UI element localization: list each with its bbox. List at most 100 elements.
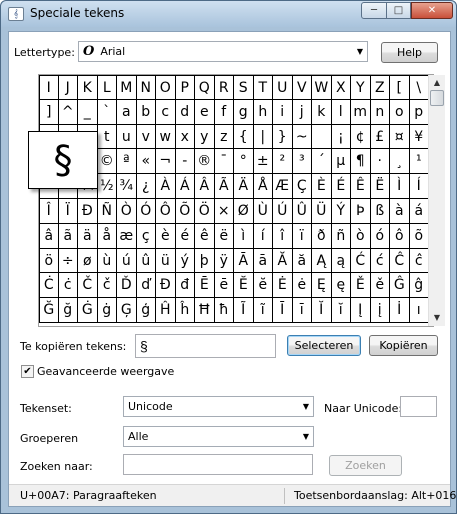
char-cell[interactable]: _ (78, 99, 98, 125)
char-cell[interactable]: Ð (78, 198, 98, 224)
char-cell[interactable]: Ī (273, 298, 293, 323)
char-cell[interactable]: Ĭ (312, 298, 332, 323)
char-cell[interactable]: I (39, 75, 59, 100)
char-cell[interactable]: ğ (58, 298, 78, 323)
char-cell[interactable]: µ (331, 149, 351, 175)
char-cell[interactable]: ¸ (390, 149, 410, 175)
char-cell[interactable]: ĥ (175, 298, 195, 323)
char-cell[interactable]: o (390, 99, 410, 125)
char-cell[interactable]: Ý (331, 198, 351, 224)
char-cell[interactable]: l (331, 99, 351, 125)
char-cell[interactable]: ċ (58, 273, 78, 299)
char-cell[interactable]: Ä (234, 174, 254, 199)
char-cell[interactable]: ã (58, 223, 78, 249)
char-cell[interactable]: ó (370, 223, 390, 249)
char-cell[interactable]: đ (175, 273, 195, 299)
char-cell[interactable]: É (331, 174, 351, 199)
char-cell[interactable]: î (273, 223, 293, 249)
advanced-view-label[interactable]: Geavanceerde weergave (37, 365, 174, 378)
char-cell[interactable]: þ (195, 248, 215, 274)
select-button[interactable]: Selecteren (287, 335, 361, 356)
char-cell[interactable]: ß (370, 198, 390, 224)
char-cell[interactable]: ^ (58, 99, 78, 125)
char-cell[interactable]: æ (117, 223, 137, 249)
char-cell[interactable]: ñ (331, 223, 351, 249)
char-cell[interactable]: ~ (292, 124, 312, 150)
char-cell[interactable]: ì (234, 223, 254, 249)
char-cell[interactable]: č (97, 273, 117, 299)
char-cell[interactable]: ā (253, 248, 273, 274)
char-cell[interactable]: ı (409, 298, 429, 323)
char-cell[interactable]: a (117, 99, 137, 125)
char-cell[interactable]: Æ (273, 174, 293, 199)
copy-button[interactable]: Kopiëren (369, 335, 438, 356)
char-cell[interactable]: Ć (351, 248, 371, 274)
char-cell[interactable]: ě (370, 273, 390, 299)
char-cell[interactable]: İ (390, 298, 410, 323)
char-cell[interactable]: Į (351, 298, 371, 323)
char-cell[interactable]: Ě (351, 273, 371, 299)
char-cell[interactable]: p (409, 99, 429, 125)
char-cell[interactable]: { (234, 124, 254, 150)
char-cell[interactable]: ð (312, 223, 332, 249)
char-cell[interactable]: h (253, 99, 273, 125)
char-cell[interactable]: ē (214, 273, 234, 299)
char-cell[interactable]: Ã (214, 174, 234, 199)
char-cell[interactable]: ë (214, 223, 234, 249)
scroll-down-icon[interactable]: ▼ (429, 310, 445, 326)
group-select[interactable]: Alle ▼ (123, 426, 314, 447)
char-cell[interactable]: ¯ (214, 149, 234, 175)
char-cell[interactable]: ò (351, 223, 371, 249)
char-cell[interactable]: ö (39, 248, 59, 274)
char-cell[interactable]: ¬ (156, 149, 176, 175)
char-cell[interactable]: ¾ (117, 174, 137, 199)
char-cell[interactable]: · (370, 149, 390, 175)
char-cell[interactable]: W (312, 75, 332, 100)
char-cell[interactable]: Þ (351, 198, 371, 224)
char-cell[interactable]: Ă (273, 248, 293, 274)
char-cell[interactable]: [ (390, 75, 410, 100)
char-cell[interactable]: ĩ (253, 298, 273, 323)
char-cell[interactable]: y (195, 124, 215, 150)
char-cell[interactable]: À (156, 174, 176, 199)
char-cell[interactable]: Ü (312, 198, 332, 224)
char-cell[interactable]: ¢ (351, 124, 371, 150)
char-cell[interactable]: i (273, 99, 293, 125)
char-cell[interactable]: Ĩ (234, 298, 254, 323)
char-cell[interactable]: í (253, 223, 273, 249)
charset-select[interactable]: Unicode ▼ (123, 396, 314, 417)
char-cell[interactable]: Ï (58, 198, 78, 224)
char-cell[interactable]: V (292, 75, 312, 100)
char-cell[interactable]: g (234, 99, 254, 125)
char-cell[interactable]: b (136, 99, 156, 125)
char-cell[interactable]: Í (409, 174, 429, 199)
char-cell[interactable]: T (253, 75, 273, 100)
char-cell[interactable]: ø (78, 248, 98, 274)
char-cell[interactable]: Õ (175, 198, 195, 224)
char-cell[interactable]: ĝ (409, 273, 429, 299)
char-cell[interactable]: ± (253, 149, 273, 175)
char-cell[interactable]: ģ (136, 298, 156, 323)
char-cell[interactable]: Ç (292, 174, 312, 199)
grid-scrollbar[interactable]: ▲ ▼ (428, 75, 445, 326)
char-cell[interactable]: Ą (312, 248, 332, 274)
char-cell[interactable]: ¹ (409, 149, 429, 175)
char-cell[interactable]: | (253, 124, 273, 150)
char-cell[interactable]: È (312, 174, 332, 199)
char-cell[interactable]: Î (39, 198, 59, 224)
char-cell[interactable]: Ö (195, 198, 215, 224)
char-cell[interactable]: Ď (117, 273, 137, 299)
char-cell[interactable]: m (351, 99, 371, 125)
font-select[interactable]: O Arial ▼ (78, 41, 368, 62)
char-cell[interactable]: Ĥ (156, 298, 176, 323)
char-cell[interactable]: v (136, 124, 156, 150)
char-cell[interactable]: Ĉ (390, 248, 410, 274)
char-cell[interactable]: Â (195, 174, 215, 199)
char-cell[interactable]: ă (292, 248, 312, 274)
scroll-up-icon[interactable]: ▲ (429, 75, 445, 91)
char-cell[interactable]: \ (409, 75, 429, 100)
char-cell[interactable]: Á (175, 174, 195, 199)
char-cell[interactable]: z (214, 124, 234, 150)
char-cell[interactable]: ĉ (409, 248, 429, 274)
char-cell[interactable]: ę (331, 273, 351, 299)
